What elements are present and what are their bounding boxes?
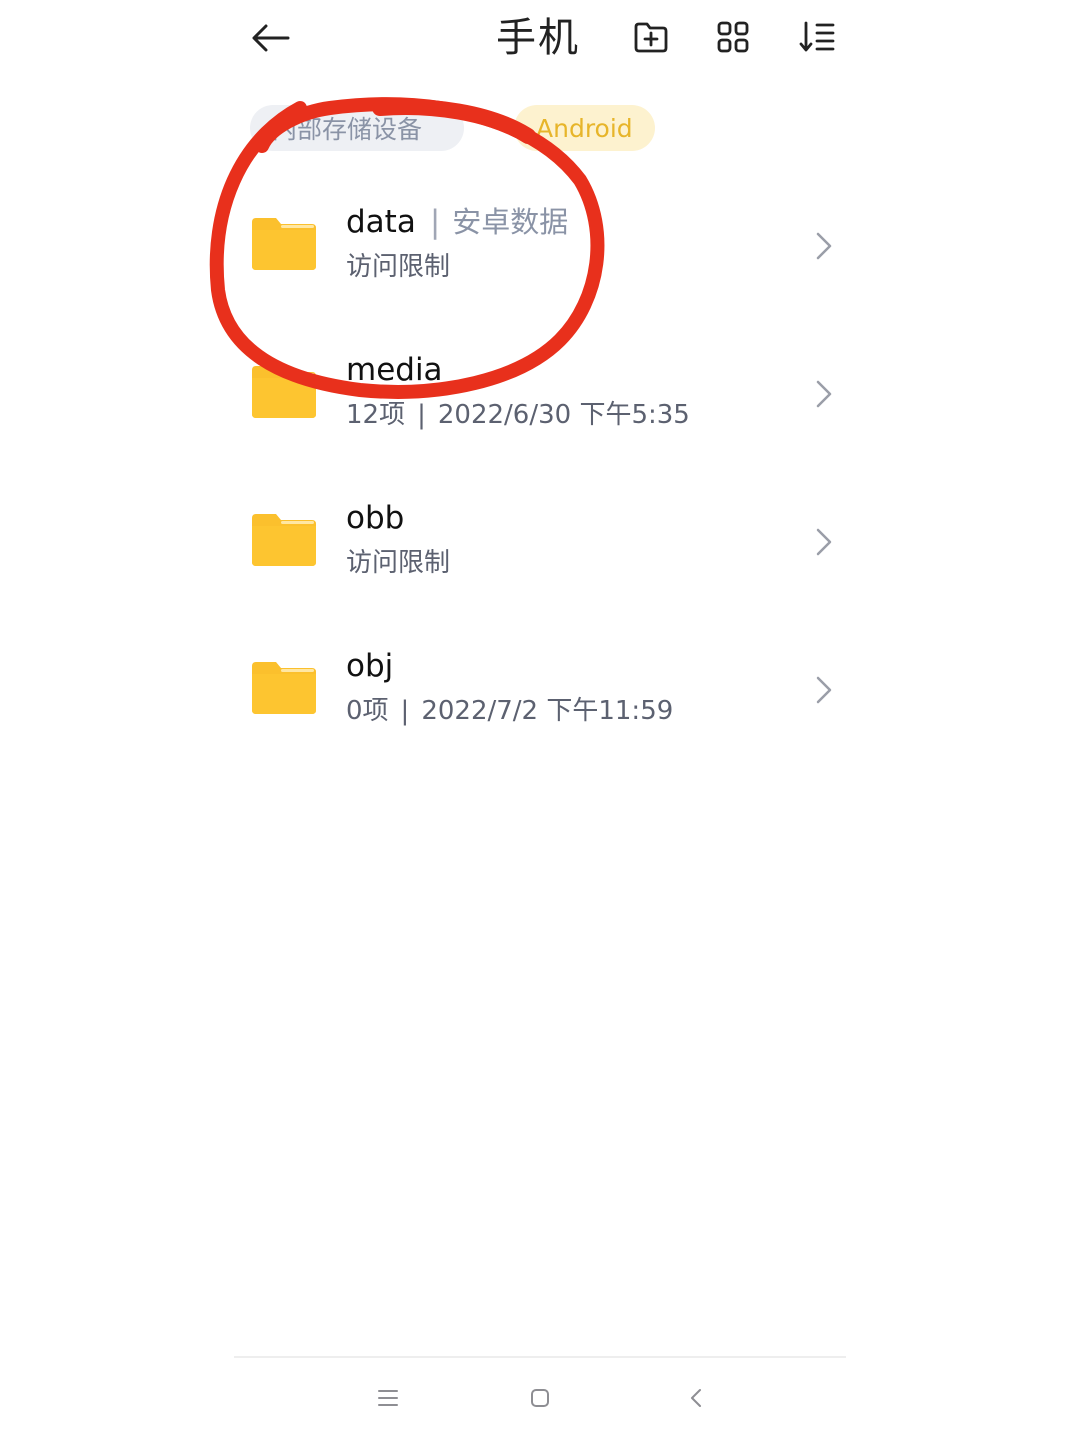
breadcrumb: 内部存储设备 Android: [250, 104, 655, 152]
arrow-left-icon: [252, 24, 290, 52]
nav-home-button[interactable]: [518, 1378, 562, 1418]
folder-icon: [252, 218, 316, 270]
nav-back-button[interactable]: [674, 1378, 718, 1418]
folder-plus-icon: [634, 22, 668, 53]
breadcrumb-root[interactable]: 内部存储设备: [250, 105, 464, 151]
file-date: 2022/7/2 下午11:59: [421, 696, 674, 726]
file-name-text: data: [346, 204, 416, 240]
sort-button[interactable]: [794, 14, 840, 60]
navbar-divider: [234, 1356, 846, 1358]
file-meta: 访问限制: [346, 548, 451, 578]
chevron-right-icon: [816, 232, 832, 260]
list-item-obj[interactable]: obj 0项 | 2022/7/2 下午11:59: [230, 616, 850, 764]
breadcrumb-current-label: Android: [536, 113, 633, 143]
folder-icon: [252, 662, 316, 714]
chevron-right-icon: [816, 528, 832, 556]
file-meta: 0项 | 2022/7/2 下午11:59: [346, 694, 673, 728]
list-item-media[interactable]: media 12项 | 2022/6/30 下午5:35: [230, 320, 850, 468]
back-chevron-icon: [691, 1389, 701, 1407]
file-name-text: obb: [346, 500, 405, 536]
file-name: data | 安卓数据: [346, 202, 568, 242]
file-meta: 12项 | 2022/6/30 下午5:35: [346, 398, 690, 432]
file-name-text: media: [346, 352, 443, 388]
nav-menu-button[interactable]: [366, 1378, 410, 1418]
file-name: obb: [346, 498, 404, 538]
menu-icon: [378, 1390, 398, 1406]
breadcrumb-root-label: 内部存储设备: [272, 115, 423, 144]
page-title: 手机: [496, 15, 580, 61]
file-meta: 访问限制: [346, 252, 451, 282]
back-button[interactable]: [246, 16, 294, 60]
folder-icon: [252, 514, 316, 566]
grid-view-button[interactable]: [710, 14, 756, 60]
home-square-icon: [531, 1389, 549, 1407]
sort-list-icon: [799, 21, 835, 52]
file-name: obj: [346, 646, 393, 686]
file-name-text: obj: [346, 648, 394, 684]
chevron-right-icon: [816, 676, 832, 704]
file-count: 0项: [346, 696, 389, 726]
meta-separator: |: [417, 400, 426, 430]
file-date: 2022/6/30 下午5:35: [437, 400, 690, 430]
grid-view-icon: [717, 21, 749, 53]
folder-icon: [252, 366, 316, 418]
breadcrumb-current[interactable]: Android: [514, 105, 655, 151]
top-bar: 手机: [0, 0, 1080, 80]
meta-separator: |: [400, 696, 410, 726]
file-tag: 安卓数据: [452, 205, 569, 239]
chevron-right-icon: [816, 380, 832, 408]
file-count: 12项: [346, 400, 406, 430]
list-item-data[interactable]: data | 安卓数据 访问限制: [230, 172, 850, 320]
new-folder-button[interactable]: [628, 14, 674, 60]
file-name: media: [346, 350, 443, 390]
list-item-obb[interactable]: obb 访问限制: [230, 468, 850, 616]
tag-separator: |: [429, 204, 441, 240]
